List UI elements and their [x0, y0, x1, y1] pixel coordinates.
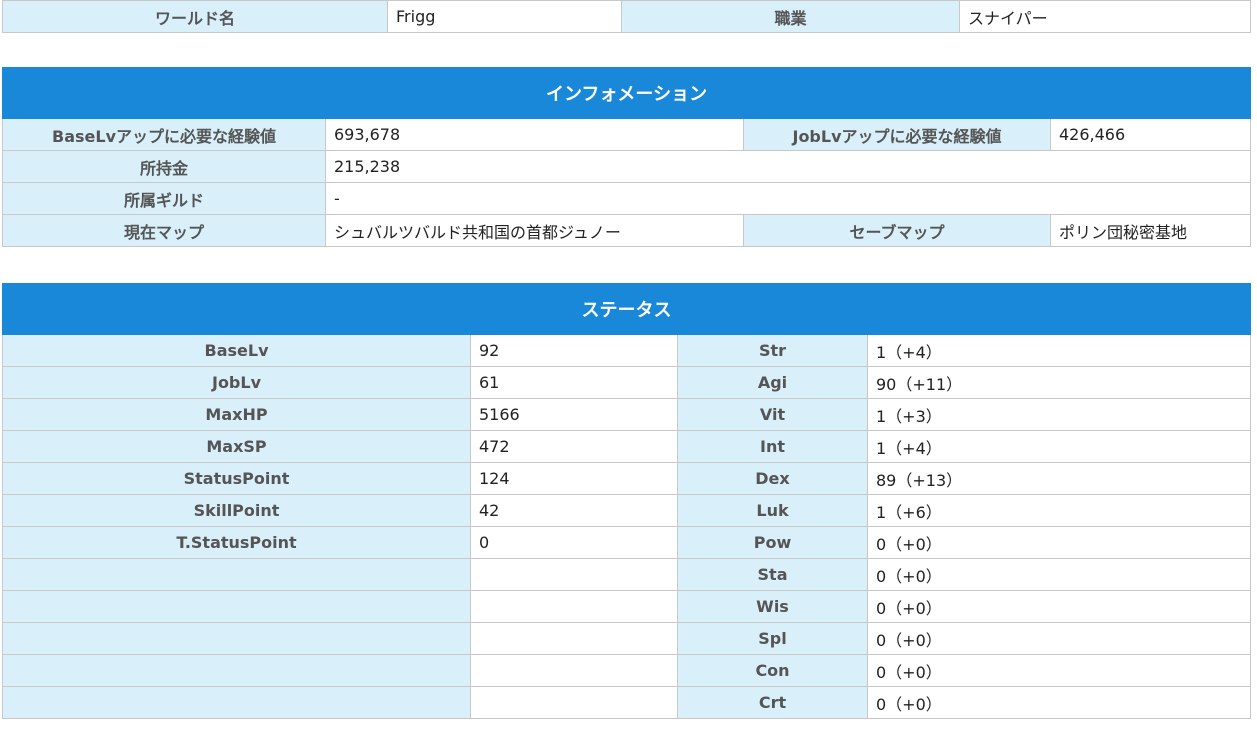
status-left-label: T.StatusPoint — [2, 526, 471, 559]
status-left-label: BaseLv — [2, 334, 471, 367]
status-left-label: SkillPoint — [2, 494, 471, 527]
status-right-value: 0（+0） — [867, 686, 1251, 719]
save-map-label: セーブマップ — [743, 214, 1051, 247]
status-right-label: Agi — [677, 366, 868, 399]
status-left-value: 472 — [470, 430, 678, 463]
status-left-label: MaxHP — [2, 398, 471, 431]
status-header: ステータス — [2, 283, 1251, 335]
status-right-label: Luk — [677, 494, 868, 527]
world-info-table: ワールド名 Frigg 職業 スナイパー — [2, 0, 1251, 33]
base-exp-label: BaseLvアップに必要な経験値 — [2, 118, 326, 151]
status-right-label: Str — [677, 334, 868, 367]
save-map-value: ポリン団秘密基地 — [1049, 214, 1252, 247]
status-left-value: 124 — [470, 462, 678, 495]
status-right-value: 1（+4） — [867, 334, 1251, 367]
job-value: スナイパー — [959, 0, 1251, 33]
status-right-label: Crt — [677, 686, 868, 719]
status-table: ステータス BaseLv 92 Str 1（+4） JobLv 61 Agi 90（+11） M… — [2, 283, 1251, 719]
status-right-label: Wis — [677, 590, 868, 623]
status-right-label: Pow — [677, 526, 868, 559]
status-left-value: 5166 — [470, 398, 678, 431]
status-left-label: MaxSP — [2, 430, 471, 463]
job-exp-label: JobLvアップに必要な経験値 — [743, 118, 1051, 151]
status-left-value — [470, 590, 678, 623]
guild-label: 所属ギルド — [2, 182, 326, 215]
status-left-label — [2, 622, 471, 655]
status-row: MaxSP 472 Int 1（+4） — [2, 430, 1251, 463]
status-right-value: 0（+0） — [867, 622, 1251, 655]
information-header: インフォメーション — [1, 67, 1252, 119]
status-right-value: 1（+4） — [867, 430, 1251, 463]
status-left-value — [470, 686, 678, 719]
status-row: StatusPoint 124 Dex 89（+13） — [2, 462, 1251, 495]
status-row: BaseLv 92 Str 1（+4） — [2, 334, 1251, 367]
guild-value: - — [324, 182, 1252, 215]
status-rows: BaseLv 92 Str 1（+4） JobLv 61 Agi 90（+11） MaxHP 51… — [2, 334, 1251, 719]
status-left-value: 42 — [470, 494, 678, 527]
status-row: JobLv 61 Agi 90（+11） — [2, 366, 1251, 399]
status-row: Con 0（+0） — [2, 654, 1251, 687]
current-map-label: 現在マップ — [2, 214, 326, 247]
status-row: Wis 0（+0） — [2, 590, 1251, 623]
world-name-label: ワールド名 — [2, 0, 388, 33]
status-right-value: 0（+0） — [867, 526, 1251, 559]
zeny-row: 所持金 215,238 — [2, 150, 1252, 183]
status-right-label: Dex — [677, 462, 868, 495]
current-map-value: シュバルツバルド共和国の首都ジュノー — [325, 214, 744, 247]
job-label: 職業 — [621, 0, 960, 33]
world-name-value: Frigg — [387, 0, 622, 33]
status-row: T.StatusPoint 0 Pow 0（+0） — [2, 526, 1251, 559]
base-exp-value: 693,678 — [325, 118, 744, 151]
status-left-value — [470, 654, 678, 687]
status-right-label: Con — [677, 654, 868, 687]
status-right-value: 1（+6） — [867, 494, 1251, 527]
status-right-value: 90（+11） — [867, 366, 1251, 399]
status-right-label: Int — [677, 430, 868, 463]
status-row: MaxHP 5166 Vit 1（+3） — [2, 398, 1251, 431]
exp-row: BaseLvアップに必要な経験値 693,678 JobLvアップに必要な経験値… — [2, 118, 1252, 151]
zeny-label: 所持金 — [2, 150, 326, 183]
job-exp-value: 426,466 — [1049, 118, 1252, 151]
status-row: Sta 0（+0） — [2, 558, 1251, 591]
status-right-value: 1（+3） — [867, 398, 1251, 431]
guild-row: 所属ギルド - — [2, 182, 1252, 215]
status-right-value: 0（+0） — [867, 590, 1251, 623]
status-left-value — [470, 622, 678, 655]
status-left-label — [2, 686, 471, 719]
status-left-label — [2, 558, 471, 591]
world-row: ワールド名 Frigg 職業 スナイパー — [2, 0, 1251, 33]
zeny-value: 215,238 — [324, 150, 1252, 183]
status-row: Spl 0（+0） — [2, 622, 1251, 655]
status-right-value: 0（+0） — [867, 654, 1251, 687]
map-row: 現在マップ シュバルツバルド共和国の首都ジュノー セーブマップ ポリン団秘密基地 — [2, 214, 1252, 247]
status-right-label: Spl — [677, 622, 868, 655]
status-left-value: 61 — [470, 366, 678, 399]
status-right-label: Sta — [677, 558, 868, 591]
status-right-value: 0（+0） — [867, 558, 1251, 591]
status-left-label — [2, 654, 471, 687]
status-left-value: 92 — [470, 334, 678, 367]
information-table: インフォメーション BaseLvアップに必要な経験値 693,678 JobLv… — [1, 67, 1252, 247]
status-right-value: 89（+13） — [867, 462, 1251, 495]
status-row: SkillPoint 42 Luk 1（+6） — [2, 494, 1251, 527]
status-left-label: JobLv — [2, 366, 471, 399]
status-row: Crt 0（+0） — [2, 686, 1251, 719]
status-right-label: Vit — [677, 398, 868, 431]
status-left-value: 0 — [470, 526, 678, 559]
status-left-value — [470, 558, 678, 591]
status-left-label — [2, 590, 471, 623]
status-left-label: StatusPoint — [2, 462, 471, 495]
